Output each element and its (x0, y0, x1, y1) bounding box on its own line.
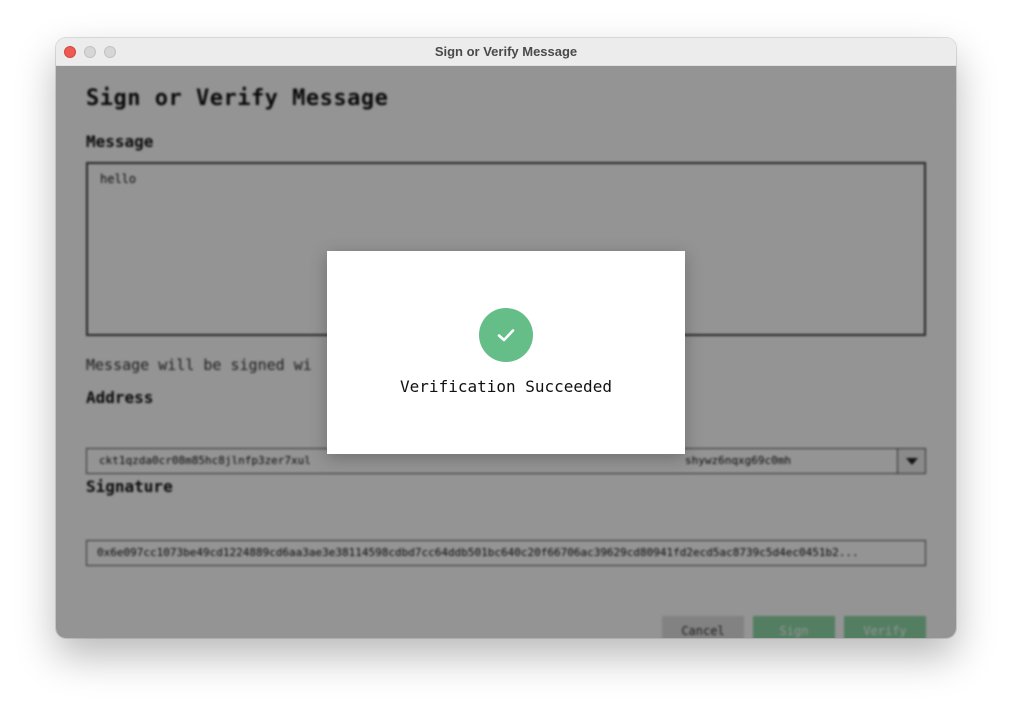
verification-dialog: Verification Succeeded (327, 251, 685, 454)
window-title: Sign or Verify Message (434, 44, 578, 59)
title-bar: Sign or Verify Message (56, 38, 956, 66)
checkmark-icon (497, 329, 515, 342)
verification-message: Verification Succeeded (400, 377, 612, 396)
app-window: Sign or Verify Message Sign or Verify Me… (56, 38, 956, 638)
check-circle-icon (479, 308, 533, 362)
